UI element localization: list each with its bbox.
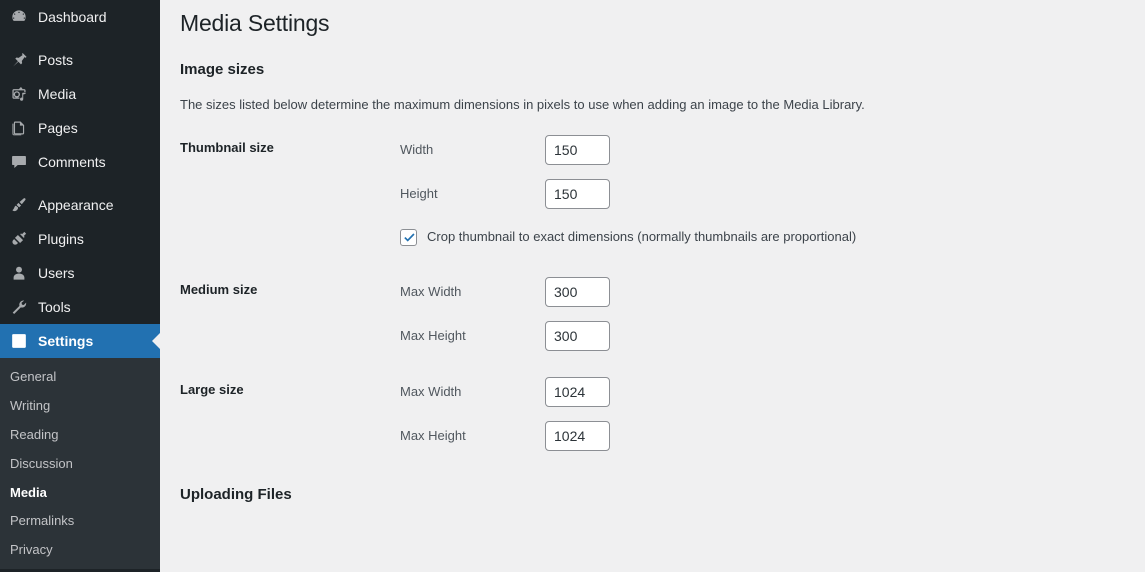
menu-separator	[0, 179, 160, 188]
menu-group: Dashboard	[0, 0, 160, 34]
sidebar-item-label: Plugins	[38, 231, 84, 247]
sidebar-item-tools[interactable]: Tools	[0, 290, 160, 324]
input-height[interactable]	[545, 179, 610, 210]
crop-thumbnail-checkbox[interactable]	[400, 228, 417, 246]
wp-admin-screen: Dashboard Posts Media Pages Comments Appearan…	[0, 0, 1145, 572]
sidebar-item-label: Appearance	[38, 197, 114, 213]
dashboard-icon	[9, 7, 29, 27]
image-sizes-heading: Image sizes	[180, 60, 265, 78]
sidebar-item-label: Media	[38, 86, 77, 102]
sidebar-item-pages[interactable]: Pages	[0, 111, 160, 145]
field-row: Width	[400, 134, 1135, 166]
settings-row-label: Thumbnail size	[180, 140, 274, 156]
field-label: Height	[400, 185, 438, 201]
sidebar-item-label: Dashboard	[38, 9, 107, 25]
sidebar-item-users[interactable]: Users	[0, 256, 160, 290]
submenu-item-privacy[interactable]: Privacy	[0, 536, 160, 565]
input-max-width[interactable]	[545, 277, 610, 308]
field-label: Max Width	[400, 383, 462, 399]
settings-submenu: General Writing Reading Discussion Media Perm…	[0, 358, 160, 570]
user-icon	[9, 263, 29, 283]
uploading-files-heading: Uploading Files	[180, 486, 292, 504]
submenu-item-discussion[interactable]: Discussion	[0, 450, 160, 479]
field-row: Max Width	[400, 276, 1135, 308]
menu-group: Posts Media Pages Comments	[0, 43, 160, 179]
sidebar-item-dashboard[interactable]: Dashboard	[0, 0, 160, 34]
crop-thumbnail-checkbox-row[interactable]: Crop thumbnail to exact dimensions (norm…	[400, 222, 1135, 252]
main-content: Media Settings Image sizes The sizes lis…	[160, 0, 1145, 572]
submenu-item-reading[interactable]: Reading	[0, 421, 160, 450]
field-row: Max Width	[400, 376, 1135, 408]
field-label: Max Height	[400, 327, 466, 343]
media-icon	[9, 84, 29, 104]
settings-row: Large size Max Width Max Height	[180, 364, 1145, 464]
sidebar-item-comments[interactable]: Comments	[0, 145, 160, 179]
settings-row: Medium size Max Width Max Height	[180, 264, 1145, 364]
menu-separator	[0, 34, 160, 43]
pages-icon	[9, 118, 29, 138]
field-row: Height	[400, 178, 1135, 210]
sidebar-item-media[interactable]: Media	[0, 77, 160, 111]
settings-row-fields: Max Width Max Height	[400, 264, 1145, 364]
menu-group: Appearance Plugins Users Tools Settings	[0, 188, 160, 358]
crop-thumbnail-label[interactable]: Crop thumbnail to exact dimensions (norm…	[427, 228, 856, 246]
settings-row-label: Medium size	[180, 282, 258, 298]
settings-row: Thumbnail size Width Height Crop thumbnail …	[180, 122, 1145, 264]
sidebar-item-label: Comments	[38, 154, 106, 170]
field-row: Max Height	[400, 420, 1135, 452]
sidebar-item-label: Posts	[38, 52, 74, 68]
settings-row-fields: Width Height Crop thumbnail to exact dimen…	[400, 122, 1145, 264]
submenu-item-writing[interactable]: Writing	[0, 392, 160, 421]
submenu-item-general[interactable]: General	[0, 363, 160, 392]
input-max-height[interactable]	[545, 421, 610, 452]
settings-row-label: Large size	[180, 382, 244, 398]
plugin-icon	[9, 229, 29, 249]
submenu-item-permalinks[interactable]: Permalinks	[0, 507, 160, 536]
sidebar-item-label: Users	[38, 265, 75, 281]
comment-icon	[9, 152, 29, 172]
field-label: Max Width	[400, 283, 462, 299]
sidebar-item-label: Settings	[38, 333, 94, 349]
page-title: Media Settings	[180, 10, 330, 36]
input-max-width[interactable]	[545, 377, 610, 408]
sidebar-item-label: Pages	[38, 120, 78, 136]
field-row: Max Height	[400, 320, 1135, 352]
settings-row-fields: Max Width Max Height	[400, 364, 1145, 464]
input-max-height[interactable]	[545, 321, 610, 352]
sidebar-item-label: Tools	[38, 299, 71, 315]
wrench-icon	[9, 297, 29, 317]
field-label: Max Height	[400, 427, 466, 443]
sliders-icon	[9, 331, 29, 351]
pin-icon	[9, 50, 29, 70]
image-sizes-description: The sizes listed below determine the max…	[180, 96, 865, 112]
sidebar-item-settings[interactable]: Settings	[0, 324, 160, 358]
paintbrush-icon	[9, 195, 29, 215]
sidebar-item-posts[interactable]: Posts	[0, 43, 160, 77]
admin-sidebar: Dashboard Posts Media Pages Comments Appearan…	[0, 0, 160, 572]
sidebar-item-plugins[interactable]: Plugins	[0, 222, 160, 256]
sidebar-item-appearance[interactable]: Appearance	[0, 188, 160, 222]
field-label: Width	[400, 141, 434, 157]
image-sizes-form-table: Thumbnail size Width Height Crop thumbnail …	[180, 122, 1145, 464]
submenu-item-media[interactable]: Media	[0, 479, 160, 508]
input-width[interactable]	[545, 135, 610, 166]
